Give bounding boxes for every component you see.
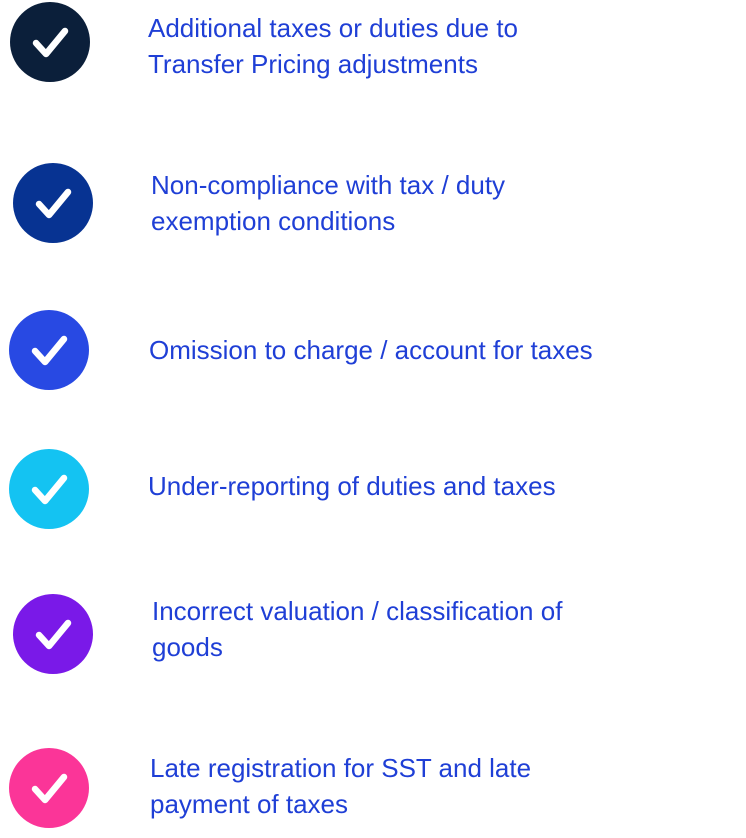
item-label-line: Incorrect valuation / classification of — [152, 596, 563, 626]
item-label-line: Under-reporting of duties and taxes — [148, 471, 556, 501]
item-label-line: Late registration for SST and late — [150, 753, 532, 783]
item-label-line: Omission to charge / account for taxes — [149, 335, 593, 365]
item-label-line: exemption conditions — [151, 206, 396, 236]
check-badge — [9, 748, 89, 828]
check-icon — [31, 474, 68, 505]
item-label: Incorrect valuation / classification of … — [152, 593, 562, 665]
check-badge — [9, 449, 89, 529]
check-icon — [31, 773, 68, 804]
check-icon — [35, 188, 72, 219]
check-badge — [9, 310, 89, 390]
item-label: Under-reporting of duties and taxes — [148, 468, 556, 504]
check-icon — [32, 27, 69, 58]
item-label-line: Additional taxes or duties due to — [148, 13, 519, 43]
check-icon — [31, 335, 68, 366]
item-label-line: Transfer Pricing adjustments — [148, 49, 478, 79]
item-label-line: payment of taxes — [150, 789, 348, 819]
item-label: Additional taxes or duties due to Transf… — [148, 10, 518, 82]
check-badge — [10, 2, 90, 82]
check-icon — [35, 619, 72, 650]
item-label-line: Non-compliance with tax / duty — [151, 170, 506, 200]
check-badge — [13, 163, 93, 243]
item-label: Non-compliance with tax / duty exemption… — [151, 167, 505, 239]
check-badge — [13, 594, 93, 674]
item-label: Late registration for SST and late payme… — [150, 750, 531, 822]
item-label: Omission to charge / account for taxes — [149, 332, 593, 368]
item-label-line: goods — [152, 632, 223, 662]
